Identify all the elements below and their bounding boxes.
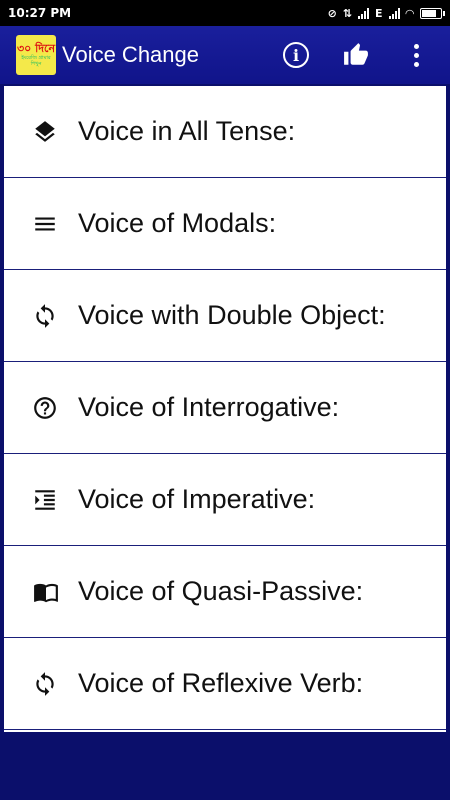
list-item-all-tense[interactable]: Voice in All Tense: [4, 86, 446, 178]
like-button[interactable] [336, 35, 376, 75]
list-item-modals[interactable]: Voice of Modals: [4, 178, 446, 270]
overflow-menu-icon [413, 43, 419, 67]
network-type: E [375, 6, 383, 20]
layers-icon [32, 117, 62, 147]
status-icons: ⊘ ⇅ E ◠ [327, 6, 445, 20]
battery-fill [422, 9, 437, 17]
list-item-quasi-passive[interactable]: Voice of Quasi-Passive: [4, 546, 446, 638]
data-arrows-icon: ⇅ [342, 6, 353, 20]
info-button[interactable]: i [276, 35, 316, 75]
wifi-icon: ◠ [405, 6, 414, 20]
book-icon [32, 577, 62, 607]
voice-topic-list: Voice in All Tense: Voice of Modals: Voi… [4, 86, 446, 732]
menu-lines-icon [32, 209, 62, 239]
list-item-label: Voice of Quasi-Passive: [78, 576, 364, 606]
list-item-interrogative[interactable]: Voice of Interrogative: [4, 362, 446, 454]
indent-icon [32, 485, 62, 515]
list-item-imperative[interactable]: Voice of Imperative: [4, 454, 446, 546]
list-item-double-object[interactable]: Voice with Double Object: [4, 270, 446, 362]
list-item-label: Voice of Imperative: [78, 484, 316, 514]
sync-icon [32, 669, 62, 699]
list-item-label: Voice of Modals: [78, 208, 277, 238]
sync-icon [32, 301, 62, 331]
status-bar: 10:27 PM ⊘ ⇅ E ◠ [0, 0, 450, 26]
list-item-label: Voice of Reflexive Verb: [78, 668, 364, 698]
app-title: Voice Change [62, 42, 199, 67]
battery-icon [420, 7, 445, 19]
list-item-label: Voice with Double Object: [78, 300, 386, 330]
overflow-menu-button[interactable] [396, 35, 436, 75]
list-item-reflexive-verb[interactable]: Voice of Reflexive Verb: [4, 638, 446, 730]
signal-icon [358, 7, 370, 19]
list-item-label: Voice of Interrogative: [78, 392, 340, 422]
info-icon: i [283, 42, 309, 68]
signal-icon-2 [388, 7, 400, 19]
logo-text-bottom: ইংরেজি গ্রামার শিখুন [21, 55, 51, 67]
app-logo: ৩০ দিনে ইংরেজি গ্রামার শিখুন [16, 35, 56, 75]
status-time: 10:27 PM [8, 6, 72, 20]
list-item-label: Voice in All Tense: [78, 116, 296, 146]
app-bar: ৩০ দিনে ইংরেজি গ্রামার শিখুন Voice Chang… [0, 26, 450, 84]
bottom-strip [0, 733, 450, 800]
thumbs-up-icon [344, 43, 368, 65]
help-circle-icon [32, 393, 62, 423]
logo-text-top: ৩০ দিনে [16, 42, 56, 55]
mute-icon: ⊘ [327, 6, 337, 20]
